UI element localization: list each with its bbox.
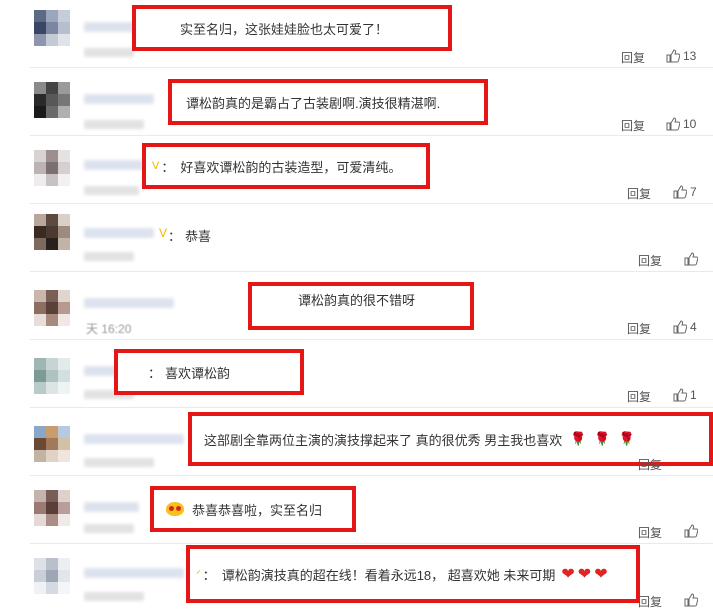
comment-text-highlight: 实至名归，这张娃娃脸也太可爱了！ [132,5,452,51]
timestamp: 天 16:20 [86,322,132,336]
like-count: 7 [690,185,697,199]
comment-item: ᐟ ： 谭松韵演技真的超在线！看着永远18， 超喜欢她 未来可期 ❤ ❤ ❤ 回… [0,544,713,611]
rose-icon: 🌹 [570,431,587,446]
comment-text: ：恭喜 [168,229,212,244]
comment-item: 实至名归，这张娃娃脸也太可爱了！ 回复 13 [0,0,713,68]
comment-item: V ：恭喜 回复 [0,204,713,272]
avatar[interactable] [34,10,70,46]
avatar[interactable] [34,558,70,594]
timestamp-blurred [84,524,134,533]
like-button[interactable]: 10 [666,117,696,131]
blush-emoji-icon [166,502,184,516]
comment-text-highlight: 恭喜恭喜啦，实至名归 [150,486,356,532]
thumbs-up-icon [673,320,687,334]
like-button[interactable] [684,524,701,538]
comment-item: 恭喜恭喜啦，实至名归 回复 [0,476,713,544]
timestamp-blurred [84,120,144,129]
avatar[interactable] [34,426,70,462]
timestamp-blurred [84,592,144,601]
like-button[interactable]: 1 [673,388,697,402]
timestamp-blurred [84,252,134,261]
comment-text-highlight: ：喜欢谭松韵 [114,349,304,395]
thumbs-up-icon [684,252,698,266]
heart-icon: ❤ [561,566,575,583]
timestamp-blurred [84,186,139,195]
comment-text-highlight: 谭松韵真的是霸占了古装剧啊.演技很精湛啊. [168,79,488,125]
thumbs-up-icon [673,388,687,402]
username-blurred[interactable] [84,298,174,308]
reply-button[interactable]: 回复 [627,388,651,405]
vip-badge-icon: V [152,160,160,172]
like-button[interactable]: 13 [666,49,696,63]
username-blurred[interactable] [84,228,154,238]
thumbs-up-icon [666,49,680,63]
like-count: 4 [690,320,697,334]
comment-item: 这部剧全靠两位主演的演技撑起来了 真的很优秀 男主我也喜欢 🌹 🌹 🌹 回复 [0,408,713,476]
comment-text: 好喜欢谭松韵的古装造型，可爱清纯。 [180,159,402,175]
like-button[interactable] [684,593,701,607]
thumbs-up-icon [684,593,698,607]
avatar[interactable] [34,214,70,250]
username-blurred[interactable] [84,434,184,444]
rose-icon: 🌹 [618,431,635,446]
comment-text-highlight: V ： 好喜欢谭松韵的古装造型，可爱清纯。 [142,143,430,189]
avatar[interactable] [34,150,70,186]
like-button[interactable]: 4 [673,320,697,334]
heart-icon: ❤ [577,566,592,583]
thumbs-up-icon [666,117,680,131]
reply-button[interactable]: 回复 [627,185,651,202]
comment-item: 谭松韵真的是霸占了古装剧啊.演技很精湛啊. 回复 10 [0,68,713,136]
reply-button[interactable]: 回复 [638,593,662,610]
username-blurred[interactable] [84,94,154,104]
comment-text-highlight: 这部剧全靠两位主演的演技撑起来了 真的很优秀 男主我也喜欢 🌹 🌹 🌹 [188,412,713,466]
avatar[interactable] [34,290,70,326]
reply-button[interactable]: 回复 [638,456,662,473]
comment-text: 这部剧全靠两位主演的演技撑起来了 真的很优秀 男主我也喜欢 [204,432,563,448]
comment-text: ：喜欢谭松韵 [148,365,231,381]
rose-icon: 🌹 [594,431,611,446]
username-blurred[interactable] [84,502,139,512]
comment-text-highlight: 谭松韵真的很不错呀 [248,282,474,330]
thumbs-up-icon [673,185,687,199]
like-button[interactable] [684,252,701,266]
colon-separator: ： [202,567,216,583]
reply-button[interactable]: 回复 [627,320,651,337]
comment-item: V ： 好喜欢谭松韵的古装造型，可爱清纯。 回复 7 [0,136,713,204]
comment-text-content: 喜欢谭松韵 [165,365,231,381]
avatar[interactable] [34,358,70,394]
reply-button[interactable]: 回复 [621,117,645,134]
like-count: 1 [690,388,697,402]
comment-text: 实至名归，这张娃娃脸也太可爱了！ [180,21,389,37]
username-blurred[interactable] [84,568,184,578]
like-button[interactable]: 7 [673,185,697,199]
avatar[interactable] [34,490,70,526]
like-count: 13 [683,49,697,63]
comment-item: ：喜欢谭松韵 回复 1 [0,340,713,408]
vip-badge-icon: V [159,226,168,240]
like-count: 10 [683,117,697,131]
comment-text: 谭松韵真的很不错呀 [298,292,416,308]
comment-item: 天 16:20 谭松韵真的很不错呀 回复 4 [0,272,713,340]
reply-button[interactable]: 回复 [638,524,662,541]
timestamp-blurred [84,48,134,57]
timestamp-blurred [84,458,154,467]
username-blurred[interactable] [84,160,144,170]
heart-icon: ❤ [594,566,608,583]
comment-text-highlight: ᐟ ： 谭松韵演技真的超在线！看着永远18， 超喜欢她 未来可期 ❤ ❤ ❤ [186,545,640,603]
comment-text: 谭松韵真的是霸占了古装剧啊.演技很精湛啊. [186,95,441,111]
thumbs-up-icon [684,524,698,538]
comment-text: 谭松韵演技真的超在线！看着永远18， 超喜欢她 未来可期 [221,567,556,583]
reply-button[interactable]: 回复 [638,252,662,269]
colon-separator: ： [161,159,175,175]
avatar[interactable] [34,82,70,118]
reply-button[interactable]: 回复 [621,49,645,66]
comment-text: 恭喜恭喜啦，实至名归 [192,502,323,518]
comment-text-content: 恭喜 [185,229,212,244]
vip-badge-icon: ᐟ [196,568,201,581]
